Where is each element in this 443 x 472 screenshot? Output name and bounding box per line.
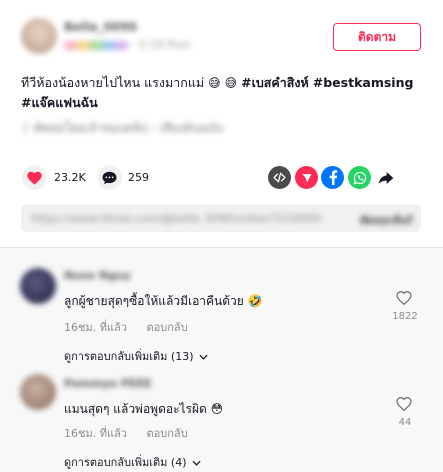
comment-like-count: 1822: [392, 311, 418, 322]
view-more-replies[interactable]: ดูการตอบกลับเพิ่มเติม (4): [64, 453, 201, 471]
caption-emoji-1: 😅: [208, 76, 221, 90]
caption-emoji-2: 😅: [224, 76, 238, 90]
comment-button[interactable]: [97, 165, 122, 190]
send-button[interactable]: [295, 166, 318, 189]
author-meta: · 2-18 Post: [64, 38, 190, 51]
hashtag-link[interactable]: #แจ๊คแฟนฉัน: [21, 95, 98, 110]
chevron-down-icon: [191, 460, 201, 466]
copy-link-button[interactable]: คัดลอกลิงก์: [360, 211, 413, 229]
comment-count: 259: [128, 171, 149, 184]
copy-link-bar: https://www.tiktok.com/@bella_0090/video…: [21, 204, 421, 232]
share-button[interactable]: [374, 166, 397, 189]
hashtag-link[interactable]: #เบสคำสิงห์: [241, 75, 309, 90]
author-avatar[interactable]: [21, 18, 57, 54]
whatsapp-icon: [353, 171, 366, 184]
comment-emoji: 😳: [210, 402, 224, 416]
author-name[interactable]: Bella_0090: [64, 20, 137, 34]
comment-like-count: 44: [398, 417, 412, 428]
heart-icon: [27, 171, 42, 185]
comment-text: ลูกผู้ชายสุดๆซื้อให้แล้วมีเอาคืนด้วย 🤣: [64, 292, 263, 311]
caption-text: ทีวีห้องน้องหายไปไหน แรงมากแม่: [21, 75, 205, 90]
comment-body: แมนสุดๆ แล้วพ่อพูดอะไรผิด: [64, 402, 207, 416]
comment-avatar[interactable]: [20, 268, 56, 304]
music-caption[interactable]: ♪ ตัดต่อโดยเจ้าของคลิป - เสียงต้นฉบับ: [22, 119, 302, 135]
like-button[interactable]: [22, 165, 47, 190]
comment-meta: 16ชม. ที่แล้ว ตอบกลับ: [64, 318, 188, 336]
comment-icon: [102, 171, 117, 184]
view-replies-label: ดูการตอบกลับเพิ่มเติม (13): [64, 350, 194, 363]
comment-list: Nuse Nguy ลูกผู้ชายสุดๆซื้อให้แล้วมีเอาค…: [0, 248, 443, 472]
reply-button[interactable]: ตอบกลับ: [146, 321, 187, 334]
video-link-url[interactable]: https://www.tiktok.com/@bella_0090/video…: [31, 212, 321, 224]
post-date: · 2-18 Post: [131, 38, 190, 51]
comment-avatar[interactable]: [20, 374, 56, 410]
chevron-down-icon: [198, 354, 208, 360]
follow-button[interactable]: ติดตาม: [333, 23, 421, 51]
comment-time: 16ชม. ที่แล้ว: [64, 321, 127, 334]
comment-text: แมนสุดๆ แล้วพ่อพูดอะไรผิด 😳: [64, 400, 223, 419]
embed-button[interactable]: [268, 166, 291, 189]
name-emoji-strip: [64, 40, 128, 50]
view-more-replies[interactable]: ดูการตอบกลับเพิ่มเติม (13): [64, 347, 208, 365]
facebook-button[interactable]: [321, 166, 344, 189]
hashtag-link[interactable]: #bestkamsing: [313, 75, 414, 90]
view-replies-label: ดูการตอบกลับเพิ่มเติม (4): [64, 456, 187, 469]
reply-button[interactable]: ตอบกลับ: [146, 427, 187, 440]
comment-emoji: 🤣: [247, 294, 263, 308]
video-caption: ทีวีห้องน้องหายไปไหน แรงมากแม่ 😅 😅 #เบสค…: [21, 73, 426, 113]
comment-meta: 16ชม. ที่แล้ว ตอบกลับ: [64, 424, 188, 442]
send-icon: [302, 173, 311, 182]
facebook-icon: [329, 170, 337, 185]
like-count: 23.2K: [54, 171, 86, 184]
comment-author[interactable]: Pommye PEEE: [64, 377, 152, 391]
comment-body: ลูกผู้ชายสุดๆซื้อให้แล้วมีเอาคืนด้วย: [64, 294, 244, 308]
comment-time: 16ชม. ที่แล้ว: [64, 427, 127, 440]
comment-author[interactable]: Nuse Nguy: [64, 269, 131, 283]
whatsapp-button[interactable]: [348, 166, 371, 189]
embed-icon: [273, 172, 286, 183]
comment-like-icon[interactable]: [396, 396, 412, 412]
comment-like-icon[interactable]: [396, 290, 412, 306]
share-arrow-icon: [378, 171, 393, 184]
